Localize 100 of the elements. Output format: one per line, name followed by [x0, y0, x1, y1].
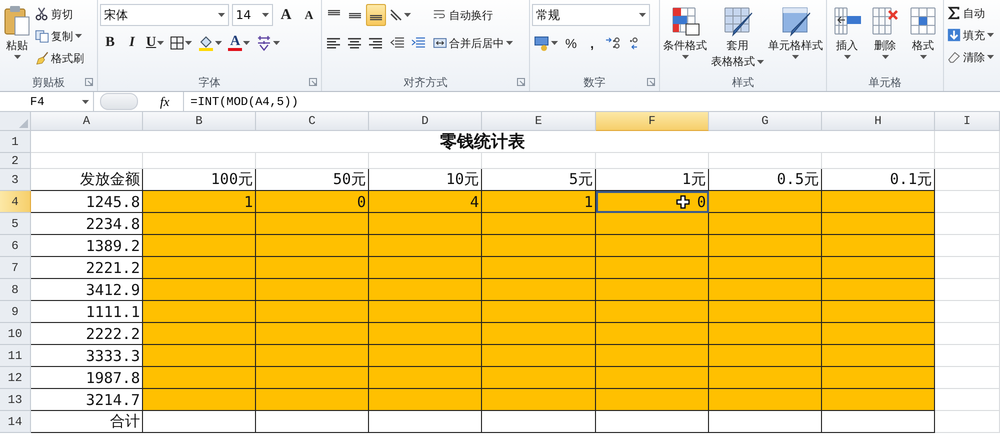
table-cell[interactable]: 1245.8: [31, 191, 143, 213]
table-cell[interactable]: [596, 411, 709, 433]
table-cell[interactable]: [596, 235, 709, 257]
table-cell[interactable]: 50元: [256, 169, 369, 191]
copy-button[interactable]: 复制: [34, 25, 85, 47]
active-cell[interactable]: 0: [596, 191, 709, 213]
table-cell[interactable]: [596, 345, 709, 367]
table-cell[interactable]: [822, 345, 935, 367]
vertical-align-button[interactable]: [366, 4, 386, 26]
table-cell[interactable]: [482, 301, 596, 323]
table-cell[interactable]: [256, 323, 369, 345]
row-header[interactable]: 9: [0, 301, 31, 323]
table-cell[interactable]: [256, 257, 369, 279]
table-cell[interactable]: [709, 389, 822, 411]
table-cell[interactable]: [482, 323, 596, 345]
clear-button[interactable]: 清除: [946, 46, 998, 68]
table-cell[interactable]: [143, 367, 256, 389]
table-cell[interactable]: [256, 279, 369, 301]
table-cell[interactable]: [369, 345, 482, 367]
table-cell[interactable]: [596, 279, 709, 301]
table-cell[interactable]: [709, 235, 822, 257]
table-cell[interactable]: [709, 257, 822, 279]
row-header[interactable]: 5: [0, 213, 31, 235]
row-header[interactable]: 3: [0, 169, 31, 191]
table-cell[interactable]: [369, 235, 482, 257]
table-cell[interactable]: [596, 213, 709, 235]
style-button[interactable]: 单元格样式: [767, 3, 824, 74]
table-cell[interactable]: [709, 279, 822, 301]
table-cell[interactable]: [482, 411, 596, 433]
table-cell[interactable]: [256, 389, 369, 411]
table-cell[interactable]: 4: [369, 191, 482, 213]
table-cell[interactable]: [822, 389, 935, 411]
table-cell[interactable]: [822, 301, 935, 323]
table-cell[interactable]: [482, 389, 596, 411]
grow-font-button[interactable]: A: [276, 4, 296, 26]
table-cell[interactable]: [822, 279, 935, 301]
table-cell[interactable]: 1389.2: [31, 235, 143, 257]
table-cell[interactable]: [482, 213, 596, 235]
row-header[interactable]: 12: [0, 367, 31, 389]
table-cell[interactable]: 1元: [596, 169, 709, 191]
table-cell[interactable]: 0.1元: [822, 169, 935, 191]
column-header[interactable]: H: [822, 112, 935, 131]
row-header[interactable]: 13: [0, 389, 31, 411]
table-cell[interactable]: 1111.1: [31, 301, 143, 323]
table-cell[interactable]: [709, 191, 822, 213]
row-header[interactable]: 11: [0, 345, 31, 367]
delete-button[interactable]: 删除: [868, 3, 902, 74]
table-cell[interactable]: [822, 191, 935, 213]
table-cell[interactable]: 1: [143, 191, 256, 213]
column-header[interactable]: I: [935, 112, 1000, 131]
table-cell[interactable]: 3333.3: [31, 345, 143, 367]
percent-button[interactable]: %: [561, 32, 581, 54]
row-header[interactable]: 10: [0, 323, 31, 345]
brush-button[interactable]: 格式刷: [34, 47, 85, 69]
table-cell[interactable]: [482, 367, 596, 389]
table-cell[interactable]: [369, 301, 482, 323]
table-cell[interactable]: [709, 345, 822, 367]
table-cell[interactable]: 合计: [31, 411, 143, 433]
table-cell[interactable]: [143, 345, 256, 367]
table-cell[interactable]: [482, 235, 596, 257]
row-header[interactable]: 14: [0, 411, 31, 433]
bold-button[interactable]: B: [100, 32, 120, 54]
table-cell[interactable]: [369, 279, 482, 301]
table-cell[interactable]: [709, 411, 822, 433]
table-cell[interactable]: [482, 345, 596, 367]
table-cell[interactable]: [709, 323, 822, 345]
dialog-launcher-icon[interactable]: [85, 78, 93, 86]
style-button[interactable]: 条件格式: [662, 3, 708, 74]
dialog-launcher-icon[interactable]: [517, 78, 525, 86]
underline-button[interactable]: U: [144, 32, 166, 54]
wrap-text-button[interactable]: 自动换行: [432, 4, 514, 26]
column-header[interactable]: E: [482, 112, 596, 131]
table-cell[interactable]: [256, 213, 369, 235]
insert-function-button[interactable]: fx: [160, 94, 170, 110]
fill-button[interactable]: 填充: [946, 24, 998, 46]
table-cell[interactable]: 10元: [369, 169, 482, 191]
font-color-button[interactable]: A: [226, 32, 252, 54]
table-cell[interactable]: [256, 301, 369, 323]
table-cell[interactable]: [369, 411, 482, 433]
table-cell[interactable]: [256, 235, 369, 257]
table-cell[interactable]: [709, 213, 822, 235]
insert-button[interactable]: 插入: [830, 3, 864, 74]
dialog-launcher-icon[interactable]: [647, 78, 655, 86]
font-size-field[interactable]: 14: [232, 4, 273, 26]
column-header[interactable]: C: [256, 112, 369, 131]
formula-field[interactable]: =INT(MOD(A4,5)): [183, 92, 1000, 111]
paste-button[interactable]: 粘贴: [2, 3, 32, 74]
sum-button[interactable]: 自动: [946, 2, 998, 24]
table-cell[interactable]: [143, 301, 256, 323]
table-cell[interactable]: [596, 367, 709, 389]
font-name-field[interactable]: 宋体: [100, 4, 229, 26]
comma-button[interactable]: ,: [582, 32, 602, 54]
table-cell[interactable]: [369, 213, 482, 235]
table-cell[interactable]: [482, 257, 596, 279]
table-cell[interactable]: [596, 323, 709, 345]
table-cell[interactable]: [143, 213, 256, 235]
table-cell[interactable]: 3214.7: [31, 389, 143, 411]
table-cell[interactable]: [143, 279, 256, 301]
table-cell[interactable]: [143, 389, 256, 411]
table-cell[interactable]: [822, 257, 935, 279]
